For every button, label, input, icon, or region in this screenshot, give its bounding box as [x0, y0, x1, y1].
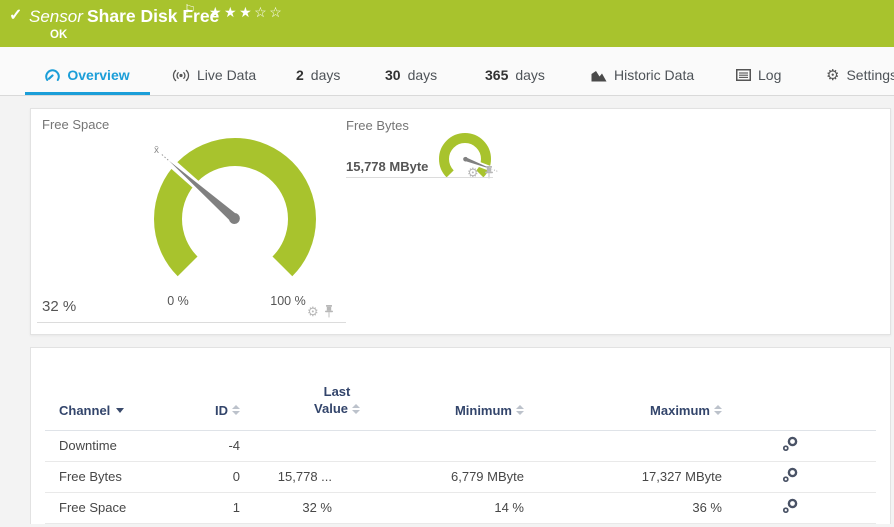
channel-minimum: 6,779 MByte	[332, 469, 524, 484]
tab-historic-data[interactable]: Historic Data	[591, 67, 694, 95]
live-signal-icon	[172, 69, 190, 82]
column-header-id[interactable]: ID	[189, 403, 240, 418]
ok-check-icon: ✓	[9, 5, 22, 25]
area-chart-icon	[591, 69, 607, 82]
tab-live-data-label: Live Data	[197, 67, 256, 83]
tab-log[interactable]: Log	[736, 67, 781, 95]
table-row-free-bytes[interactable]: Free Bytes 0 15,778 ... 6,779 MByte 17,3…	[45, 462, 876, 493]
priority-stars[interactable]: ★★★☆☆	[209, 4, 284, 21]
column-header-last-value[interactable]: Last Value	[314, 384, 360, 418]
gauge-scale-min: 0 %	[158, 294, 198, 308]
sort-icon	[714, 405, 722, 415]
channel-name[interactable]: Downtime	[45, 438, 189, 453]
log-list-icon	[736, 69, 751, 81]
channel-id: 0	[189, 469, 240, 484]
sensor-status-header: ✓ Sensor Share Disk Free ⚐ ★★★☆☆ OK	[0, 0, 894, 47]
tab-settings[interactable]: ⚙ Settings	[826, 67, 894, 95]
tab-30-days[interactable]: 30 days	[385, 67, 437, 95]
table-row-downtime[interactable]: Downtime -4	[45, 431, 876, 462]
widget-toolbar: ⚙	[307, 305, 334, 318]
flag-icon[interactable]: ⚐	[184, 2, 196, 18]
tab-2-days-unit: days	[311, 67, 341, 83]
table-row-free-space[interactable]: Free Space 1 32 % 14 % 36 %	[45, 493, 876, 524]
sort-descending-icon	[116, 408, 124, 413]
channel-id: 1	[189, 500, 240, 515]
gear-icon[interactable]: ⚙	[307, 305, 319, 318]
tab-365-days-number: 365	[485, 67, 508, 83]
channel-maximum: 17,327 MByte	[524, 469, 722, 484]
channel-minimum: 14 %	[332, 500, 524, 515]
column-header-minimum[interactable]: Minimum	[332, 403, 524, 418]
sensor-title: Share Disk Free	[87, 6, 219, 27]
column-header-channel[interactable]: Channel	[45, 403, 189, 418]
tab-30-days-number: 30	[385, 67, 401, 83]
tab-2-days[interactable]: 2 days	[296, 67, 340, 95]
channel-name[interactable]: Free Space	[45, 500, 189, 515]
channel-name[interactable]: Free Bytes	[45, 469, 189, 484]
tab-2-days-number: 2	[296, 67, 304, 83]
tab-settings-label: Settings	[846, 67, 894, 83]
object-kind-label: Sensor	[29, 7, 83, 27]
overview-gauges-panel: Free Space x̄ 0 % 100 % 32 % ⚙ Free Byte…	[30, 108, 891, 335]
channel-last-value: 32 %	[240, 500, 332, 515]
status-badge: OK	[50, 29, 67, 41]
column-header-maximum[interactable]: Maximum	[524, 403, 722, 418]
tab-overview-label: Overview	[67, 67, 129, 83]
channel-table-panel: Channel ID Last Value Minimum Maximum Do…	[30, 347, 891, 524]
free-space-gauge-title: Free Space	[42, 117, 109, 132]
edit-channel-icon[interactable]	[782, 498, 798, 514]
channel-id: -4	[189, 438, 240, 453]
pin-icon[interactable]	[324, 305, 334, 318]
tab-log-label: Log	[758, 67, 781, 83]
sort-icon	[232, 405, 240, 415]
gear-icon: ⚙	[826, 70, 839, 81]
free-bytes-gauge	[425, 123, 505, 199]
widget-divider	[346, 177, 493, 178]
free-space-value: 32 %	[42, 298, 76, 315]
channel-last-value: 15,778 ...	[240, 469, 332, 484]
tab-live-data[interactable]: Live Data	[172, 67, 256, 95]
channel-table-header: Channel ID Last Value Minimum Maximum	[45, 348, 876, 431]
edit-channel-icon[interactable]	[782, 436, 798, 452]
tab-30-days-unit: days	[408, 67, 438, 83]
average-marker: x̄	[154, 145, 159, 156]
tab-365-days-unit: days	[515, 67, 545, 83]
gauge-scale-max: 100 %	[263, 294, 313, 308]
gauge-icon	[45, 68, 60, 83]
widget-divider	[37, 322, 346, 323]
tab-365-days[interactable]: 365 days	[485, 67, 545, 95]
free-bytes-gauge-title: Free Bytes	[346, 118, 409, 133]
sort-icon	[516, 405, 524, 415]
tab-bar: Overview Live Data 2 days 30 days 365 da…	[0, 47, 894, 96]
free-space-gauge: x̄	[140, 119, 330, 294]
sort-icon	[352, 404, 360, 414]
free-bytes-value: 15,778 MByte	[346, 159, 428, 174]
channel-maximum: 36 %	[524, 500, 722, 515]
tab-historic-data-label: Historic Data	[614, 67, 694, 83]
tab-overview[interactable]: Overview	[25, 67, 150, 95]
gauge-arc	[168, 152, 302, 266]
edit-channel-icon[interactable]	[782, 467, 798, 483]
